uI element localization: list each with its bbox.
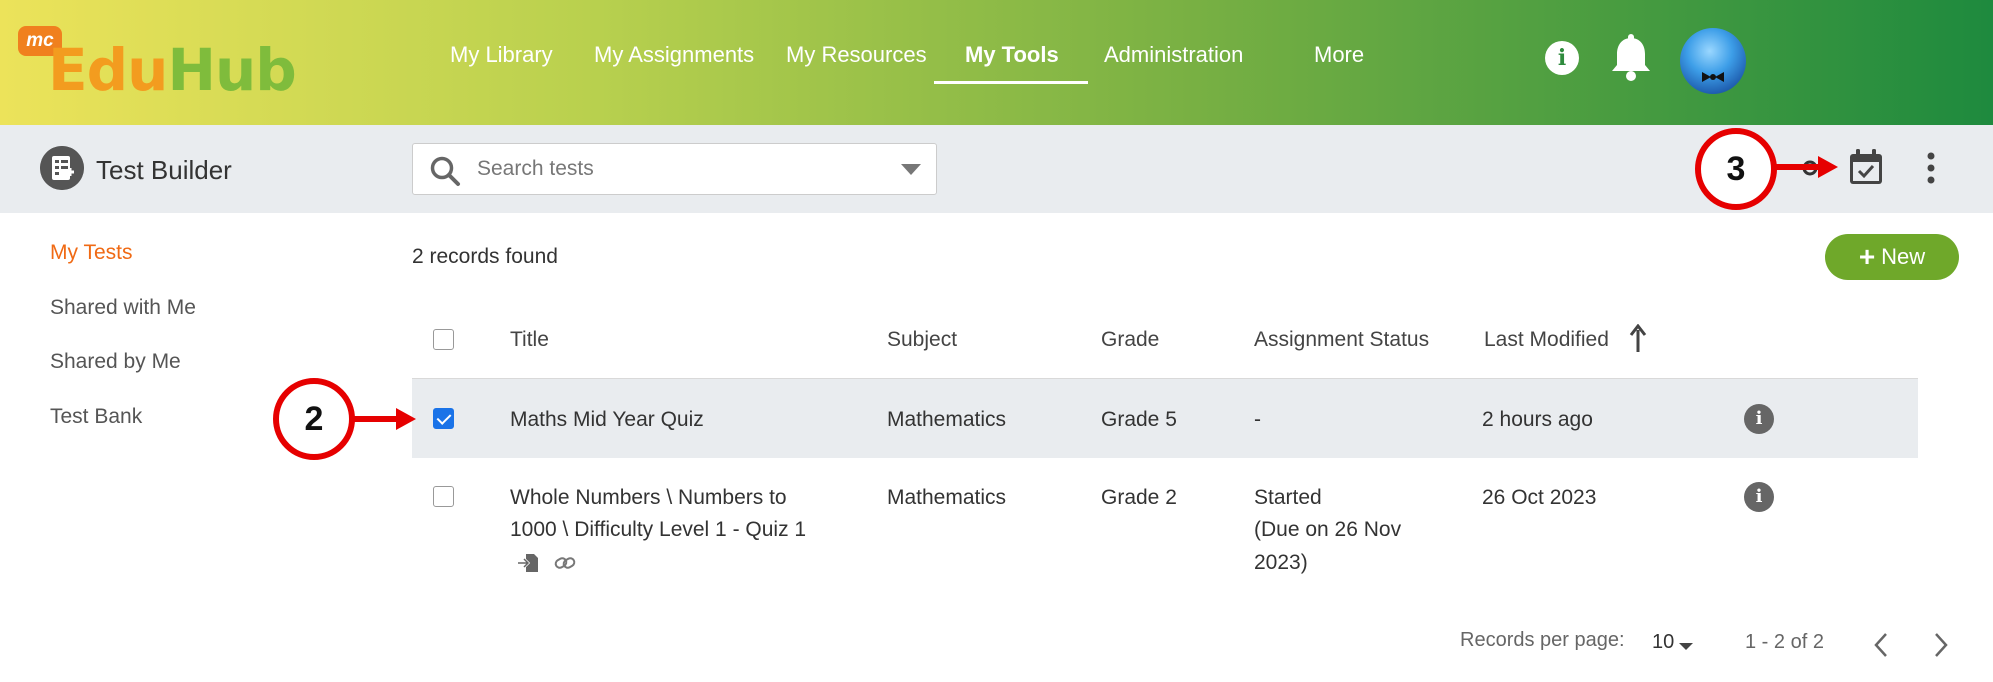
logo-wordmark: EduHub xyxy=(48,36,297,104)
top-navigation-bar: mc EduHub My Library My Assignments My R… xyxy=(0,0,1993,125)
search-box[interactable] xyxy=(412,143,937,195)
previous-page-icon[interactable] xyxy=(1870,630,1892,660)
row-grade: Grade 5 xyxy=(1101,408,1177,431)
new-test-button[interactable]: + New xyxy=(1825,234,1959,280)
column-header-subject[interactable]: Subject xyxy=(887,328,957,352)
annotation-arrow-3 xyxy=(1774,156,1838,178)
row-last-modified: 26 Oct 2023 xyxy=(1482,486,1597,509)
row-status-line-1: Started xyxy=(1254,486,1322,509)
nav-my-assignments[interactable]: My Assignments xyxy=(594,42,754,68)
search-filter-dropdown-icon[interactable] xyxy=(901,164,921,175)
search-icon xyxy=(430,156,460,186)
nav-my-tools[interactable]: My Tools xyxy=(965,42,1059,68)
nav-my-library[interactable]: My Library xyxy=(450,42,553,68)
nav-administration[interactable]: Administration xyxy=(1104,42,1243,68)
row-status-line-3: 2023) xyxy=(1254,551,1308,574)
row-last-modified: 2 hours ago xyxy=(1482,408,1593,431)
new-button-label: New xyxy=(1881,244,1926,269)
column-header-title[interactable]: Title xyxy=(510,328,549,352)
row-title-line-1[interactable]: Whole Numbers \ Numbers to xyxy=(510,481,787,514)
user-avatar[interactable] xyxy=(1680,28,1746,94)
file-import-icon[interactable] xyxy=(517,552,539,574)
nav-more[interactable]: More xyxy=(1314,42,1364,68)
logo-hub: Hub xyxy=(167,36,296,104)
row-status-line-2: (Due on 26 Nov xyxy=(1254,518,1402,541)
pagination-range: 1 - 2 of 2 xyxy=(1745,631,1824,653)
logo-edu: Edu xyxy=(48,36,168,104)
page-title: Test Builder xyxy=(96,155,232,185)
calendar-check-icon[interactable] xyxy=(1849,149,1883,185)
plus-icon: + xyxy=(1858,241,1876,272)
row-title[interactable]: Maths Mid Year Quiz xyxy=(510,403,704,436)
records-count: 2 records found xyxy=(412,245,558,268)
column-header-last-modified[interactable]: Last Modified xyxy=(1484,328,1609,352)
row-subject: Mathematics xyxy=(887,408,1007,431)
column-header-assignment-status[interactable]: Assignment Status xyxy=(1254,328,1429,352)
sidebar-item-test-bank[interactable]: Test Bank xyxy=(50,405,142,429)
annotation-arrow-2 xyxy=(352,408,416,430)
row-subject: Mathematics xyxy=(887,486,1007,509)
annotation-step-3: 3 xyxy=(1695,128,1777,210)
nav-active-underline xyxy=(934,81,1088,84)
sidebar-item-shared-with-me[interactable]: Shared with Me xyxy=(50,296,196,320)
test-builder-icon xyxy=(40,146,84,190)
row-assignment-status: - xyxy=(1254,408,1261,431)
sort-ascending-icon[interactable] xyxy=(1628,324,1648,354)
search-input[interactable] xyxy=(477,152,867,186)
sidebar-item-my-tests[interactable]: My Tests xyxy=(50,241,132,265)
link-icon[interactable] xyxy=(554,552,576,574)
records-per-page-select[interactable]: 10 xyxy=(1652,631,1674,654)
row-grade: Grade 2 xyxy=(1101,486,1177,509)
chevron-down-icon[interactable] xyxy=(1679,643,1693,650)
nav-my-resources[interactable]: My Resources xyxy=(786,42,927,68)
row-checkbox[interactable] xyxy=(433,486,454,507)
bow-tie-icon xyxy=(1702,72,1724,82)
next-page-icon[interactable] xyxy=(1930,630,1952,660)
notification-bell-icon[interactable] xyxy=(1608,34,1654,82)
sidebar-item-shared-by-me[interactable]: Shared by Me xyxy=(50,350,181,374)
records-per-page-label: Records per page: xyxy=(1460,629,1625,651)
select-all-checkbox[interactable] xyxy=(433,329,454,350)
column-header-grade[interactable]: Grade xyxy=(1101,328,1159,352)
annotation-step-2: 2 xyxy=(273,378,355,460)
info-icon[interactable]: i xyxy=(1545,41,1579,75)
kebab-menu-icon[interactable] xyxy=(1921,151,1941,185)
eduhub-logo[interactable]: mc EduHub xyxy=(18,26,297,104)
row-info-icon[interactable]: i xyxy=(1744,404,1774,434)
row-checkbox[interactable] xyxy=(433,408,454,429)
row-title-line-2[interactable]: 1000 \ Difficulty Level 1 - Quiz 1 xyxy=(510,513,806,546)
row-info-icon[interactable]: i xyxy=(1744,482,1774,512)
